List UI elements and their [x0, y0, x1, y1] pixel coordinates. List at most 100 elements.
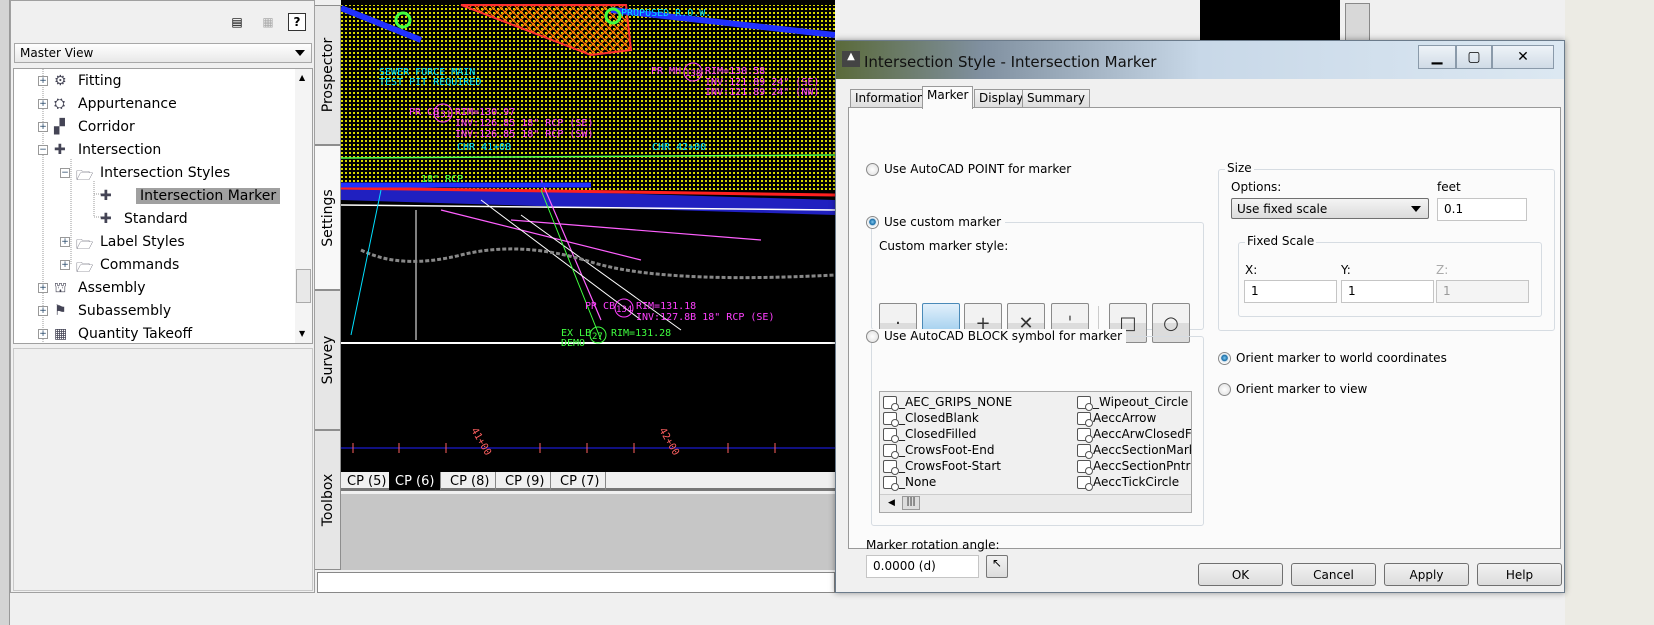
size-options-select[interactable]: Use fixed scale [1231, 198, 1429, 219]
minimize-button[interactable]: ▁ [1418, 45, 1456, 69]
tool-palette[interactable] [1345, 3, 1370, 45]
layout-tab-active[interactable]: CP (6) [389, 472, 442, 490]
command-line[interactable] [317, 572, 835, 593]
expand-icon[interactable]: + [38, 283, 48, 293]
radio-autocad-block[interactable]: Use AutoCAD BLOCK symbol for marker [866, 329, 1127, 343]
x-scale-input[interactable]: 1 [1244, 280, 1337, 303]
tab-information[interactable]: Information [850, 89, 930, 108]
expand-icon[interactable]: + [38, 306, 48, 316]
tree-item[interactable]: + 🗁 Label Styles [60, 231, 185, 253]
scroll-up-icon[interactable]: ▲ [299, 73, 305, 82]
rotation-label: Marker rotation angle: [866, 538, 1000, 552]
cancel-button[interactable]: Cancel [1291, 563, 1376, 586]
block-item[interactable]: _AEC_GRIPS_NONE [883, 394, 1012, 411]
layout-tab[interactable]: CP (9) [499, 472, 552, 490]
radio-custom-marker[interactable]: Use custom marker [866, 215, 1006, 229]
tab-prospector[interactable]: Prospector [315, 5, 341, 145]
drawing-canvas[interactable]: SEWER FORCE MAIN TEST PIT REQUIRED PROPO… [341, 0, 835, 472]
block-name: _Wipeout_Circle [1093, 395, 1189, 409]
layout-tab[interactable]: CP (8) [444, 472, 497, 490]
block-item[interactable]: _ClosedBlank [883, 410, 979, 427]
expand-icon[interactable]: + [38, 76, 48, 86]
scroll-down-icon[interactable]: ▼ [299, 329, 305, 338]
layout-tab[interactable]: CP (7) [554, 472, 607, 490]
y-scale-input[interactable]: 1 [1341, 280, 1434, 303]
expand-icon[interactable]: + [60, 260, 70, 270]
tree-item-label: Corridor [78, 119, 135, 135]
help-button[interactable]: Help [1477, 563, 1562, 586]
tab-display[interactable]: Display [974, 89, 1029, 108]
block-item[interactable]: AeccSectionMark [1077, 442, 1191, 459]
tab-toolbox[interactable]: Toolbox [315, 430, 341, 570]
expand-icon[interactable]: + [38, 99, 48, 109]
item-view-pane [13, 348, 313, 591]
layout-tab[interactable]: CP (5) [341, 472, 394, 490]
tree-item[interactable]: + ⚑ Subassembly [38, 300, 171, 322]
block-icon [883, 475, 899, 491]
block-list[interactable]: _AEC_GRIPS_NONE _ClosedBlank _ClosedFilled… [879, 391, 1192, 513]
block-item[interactable]: _CrowsFoot-Start [883, 458, 1001, 475]
tree-item[interactable]: + ▦ Quantity Takeoff [38, 323, 192, 343]
tree-item[interactable]: − 🗁 Intersection Styles [60, 162, 230, 184]
panel-view-icon[interactable]: ▦ [259, 13, 277, 31]
expand-icon[interactable]: + [60, 237, 70, 247]
collapse-icon[interactable]: − [38, 145, 48, 155]
radio-icon [1218, 382, 1231, 396]
block-item[interactable]: AeccSectionPntr [1077, 458, 1190, 475]
radio-orient-view[interactable]: Orient marker to view [1218, 382, 1372, 396]
radio-autocad-point[interactable]: Use AutoCAD POINT for marker [866, 162, 1076, 176]
tab-summary[interactable]: Summary [1022, 89, 1090, 108]
intersection-style-icon: ✚ [100, 211, 112, 227]
tab-label: Toolbox [319, 473, 336, 527]
expand-icon[interactable]: + [38, 122, 48, 132]
tab-survey[interactable]: Survey [315, 290, 341, 430]
block-item[interactable]: AeccArrow [1077, 410, 1156, 427]
folder-icon: 🗁 [76, 168, 94, 184]
block-item[interactable]: AeccArwClosedFill [1077, 426, 1191, 443]
title-bar[interactable]: ▲ Intersection Style - Intersection Mark… [836, 41, 1564, 79]
station-label: 41+00 [468, 426, 493, 458]
cad-label: DEMO [561, 338, 585, 349]
block-item[interactable]: _CrowsFoot-End [883, 442, 994, 459]
block-icon [883, 395, 899, 411]
size-value-input[interactable]: 0.1 [1437, 198, 1527, 221]
tree-item[interactable]: + ⛭ Appurtenance [38, 93, 177, 115]
ok-button[interactable]: OK [1198, 563, 1283, 586]
tree-item[interactable]: + ⛫ Assembly [38, 277, 145, 299]
maximize-button[interactable]: ▢ [1456, 45, 1492, 69]
tree-item[interactable]: ✚ Standard [84, 208, 188, 230]
radio-orient-world[interactable]: Orient marker to world coordinates [1218, 351, 1451, 365]
pick-angle-button[interactable]: ↖ [986, 555, 1008, 578]
assembly-icon: ⛫ [54, 280, 67, 296]
cad-label: 27 [592, 332, 603, 342]
cad-viewport-corner [1200, 0, 1340, 45]
tree-scrollbar[interactable]: ▲ ▼ [295, 69, 312, 343]
scroll-left-icon[interactable]: ◀ [888, 498, 895, 508]
horizontal-scrollbar[interactable]: ◀ ||| [880, 494, 1191, 512]
command-area [341, 494, 835, 570]
tree-item[interactable]: + ▞ Corridor [38, 116, 135, 138]
view-select[interactable]: Master View [14, 43, 312, 63]
fitting-icon: ⚙ [54, 73, 67, 89]
tree-item[interactable]: + 🗁 Commands [60, 254, 179, 276]
item-view-icon[interactable]: ▤ [228, 13, 246, 31]
tab-settings[interactable]: Settings [315, 145, 341, 290]
scroll-thumb[interactable] [296, 269, 311, 303]
tab-marker[interactable]: Marker [922, 86, 974, 109]
block-item[interactable]: _Wipeout_Circle [1077, 394, 1189, 411]
rotation-angle-input[interactable]: 0.0000 (d) [866, 555, 979, 578]
block-item[interactable]: _None [883, 474, 936, 491]
tree-item[interactable]: + ⚙ Fitting [38, 70, 122, 92]
tree-item[interactable]: − ✚ Intersection [38, 139, 161, 161]
close-button[interactable]: ✕ [1492, 45, 1554, 69]
block-item[interactable]: AeccTickCircle [1077, 474, 1179, 491]
collapse-icon[interactable]: − [60, 168, 70, 178]
scroll-thumb[interactable]: ||| [902, 496, 920, 510]
station-label: 42+00 [656, 426, 681, 458]
expand-icon[interactable]: + [38, 329, 48, 339]
custom-style-label: Custom marker style: [879, 239, 1009, 253]
help-icon[interactable]: ? [288, 13, 306, 31]
apply-button[interactable]: Apply [1384, 563, 1469, 586]
block-item[interactable]: _ClosedFilled [883, 426, 976, 443]
tree-item[interactable]: ✚ Intersection Marker [84, 185, 281, 207]
